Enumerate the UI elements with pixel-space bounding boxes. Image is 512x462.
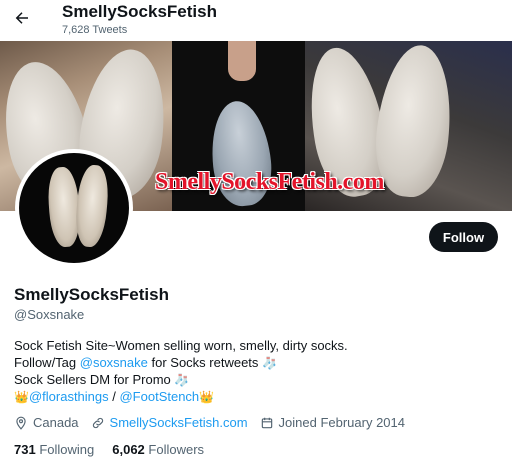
avatar[interactable] [15, 149, 133, 267]
location-icon [16, 416, 26, 430]
banner-logo-text: SmellySocksFetish.com [155, 169, 384, 195]
join-date: Joined February 2014 [260, 415, 405, 430]
crown-emoji: 👑 [199, 390, 215, 404]
bio-line: Sock Sellers DM for Promo 🧦 [14, 371, 348, 388]
follow-button[interactable]: Follow [429, 222, 498, 252]
website-link[interactable]: SmellySocksFetish.com [110, 415, 248, 430]
display-name: SmellySocksFetish [14, 285, 169, 304]
bio-text: Follow/Tag [14, 355, 80, 370]
mention-link-soxsnake[interactable]: @soxsnake [80, 355, 148, 370]
following-label: Following [39, 442, 95, 457]
following-link[interactable]: 731 Following [14, 442, 94, 457]
follow-stats: 731 Following 6,062 Followers [14, 442, 222, 457]
bio-text: for Socks retweets [147, 355, 263, 370]
mention-link-florasthings[interactable]: @florasthings [29, 389, 109, 404]
bio-separator: / [108, 389, 120, 404]
followers-label: Followers [148, 442, 205, 457]
location-text: Canada [33, 415, 79, 430]
bio-line: 👑@florasthings / @FootStench👑 [14, 388, 348, 405]
user-handle: @Soxsnake [14, 307, 85, 322]
bio-line: Follow/Tag @soxsnake for Socks retweets … [14, 354, 348, 371]
calendar-icon [261, 417, 272, 428]
header-name: SmellySocksFetish [62, 2, 217, 21]
sock-emoji: 🧦 [262, 356, 277, 370]
website: SmellySocksFetish.com [91, 415, 248, 430]
bio: Sock Fetish Site~Women selling worn, sme… [14, 337, 348, 405]
profile-meta: Canada SmellySocksFetish.com Joined Febr… [14, 415, 417, 430]
bio-text: Sock Sellers DM for Promo [14, 372, 175, 387]
hand-image [228, 41, 256, 81]
back-arrow-icon [15, 12, 28, 24]
location: Canada [14, 415, 79, 430]
back-button[interactable] [8, 4, 36, 32]
sock-image [73, 163, 111, 249]
followers-link[interactable]: 6,062 Followers [112, 442, 204, 457]
crown-emoji: 👑 [14, 390, 29, 404]
mention-link-footstench[interactable]: @FootStench [119, 389, 199, 404]
bio-line: Sock Fetish Site~Women selling worn, sme… [14, 338, 348, 353]
sock-emoji: 🧦 [174, 373, 190, 387]
avatar-image [19, 153, 129, 263]
tweet-count: 7,628 Tweets [62, 24, 128, 36]
top-bar: SmellySocksFetish 7,628 Tweets [0, 0, 512, 41]
following-count: 731 [14, 442, 36, 457]
followers-count: 6,062 [112, 442, 145, 457]
join-date-text: Joined February 2014 [278, 415, 406, 430]
link-icon [92, 417, 103, 428]
